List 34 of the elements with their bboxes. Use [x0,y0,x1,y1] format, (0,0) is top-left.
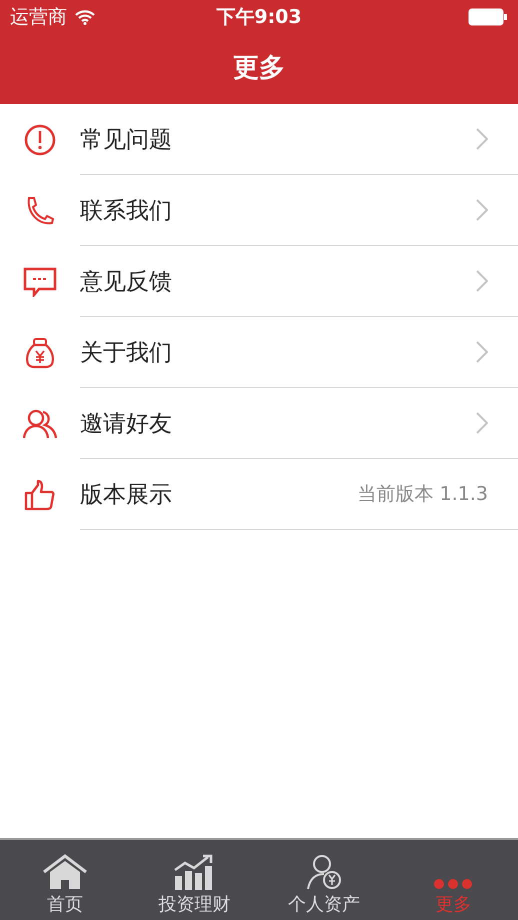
menu-label: 版本展示 [80,480,172,510]
money-bag-icon [24,336,56,368]
chevron-icon [476,128,488,150]
chevron-icon [476,199,488,221]
menu-label: 意见反馈 [80,268,172,296]
chevron-icon [476,341,488,363]
alert-icon [24,124,56,156]
menu-item[interactable]: 联系我们 [0,175,518,246]
menu-item[interactable]: 常见问题 [0,104,518,175]
menu-item[interactable]: 关于我们 [0,317,518,388]
carrier-label: 运营商 [10,5,67,30]
home-icon [40,854,89,890]
version-text: 当前版本 1.1.3 [358,482,488,507]
page-title: 更多 [232,52,286,84]
wifi-icon [75,10,95,24]
users-icon [23,408,57,438]
menu-label: 关于我们 [80,338,172,368]
tab-item[interactable]: 投资理财 [130,840,259,920]
more-icon [433,878,474,890]
menu-item[interactable]: 邀请好友 [0,388,518,459]
battery-icon [468,8,508,26]
menu-label: 常见问题 [80,126,172,154]
menu-item[interactable]: 版本展示 当前版本 1.1.3 [0,459,518,530]
bar-chart-icon [174,854,214,890]
tab-item[interactable]: 个人资产 [259,840,388,920]
thumbs-up-icon [24,478,56,510]
menu-item[interactable]: 意见反馈 [0,246,518,317]
menu-label: 联系我们 [80,196,172,226]
chevron-icon [476,270,488,292]
tab-item[interactable]: 首页 [0,840,130,920]
menu-label: 邀请好友 [80,410,172,438]
status-time: 下午9:03 [216,5,302,30]
comment-icon [23,266,57,296]
chevron-icon [476,412,488,434]
